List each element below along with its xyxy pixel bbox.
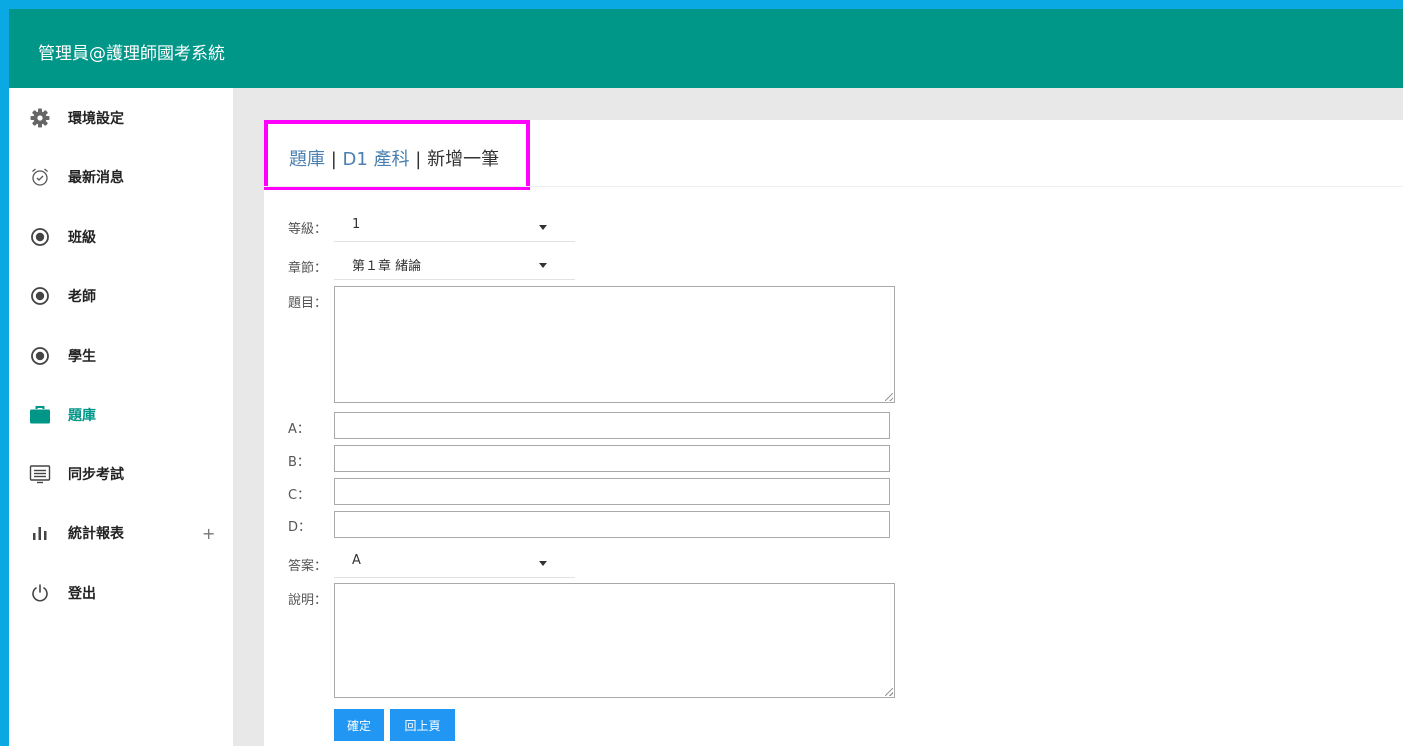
window-frame-left (0, 0, 9, 746)
breadcrumb-subject[interactable]: D1 產科 (343, 149, 410, 170)
breadcrumb: 題庫 | D1 產科 | 新增一筆 (289, 145, 499, 171)
level-select[interactable]: 1 (334, 213, 575, 242)
option-c-label: C： (288, 488, 311, 503)
sidebar-item-news[interactable]: 最新消息 (9, 157, 233, 197)
window-frame-top (0, 0, 1403, 9)
sidebar-item-label: 題庫 (68, 408, 96, 424)
level-select-value: 1 (352, 217, 361, 232)
content-top-gap (264, 88, 1403, 120)
option-b-label: B： (288, 455, 310, 470)
question-textarea[interactable] (334, 286, 895, 403)
sidebar-item-classes[interactable]: 班級 (9, 217, 233, 257)
list-window-icon (29, 463, 51, 485)
power-icon (29, 582, 51, 604)
chapter-select[interactable]: 第１章 緒論 (334, 251, 575, 280)
answer-select-value: A (352, 553, 361, 568)
sidebar-item-label: 最新消息 (68, 170, 124, 186)
dropdown-arrow-icon (539, 225, 547, 230)
level-label: 等級： (288, 222, 328, 237)
radio-dot-icon (29, 226, 51, 248)
heading-divider (264, 186, 1403, 187)
chapter-select-value: 第１章 緒論 (352, 259, 422, 274)
explanation-label: 說明： (288, 593, 328, 608)
alarm-clock-icon (29, 166, 51, 188)
main-content: 題庫 | D1 產科 | 新增一筆 等級： 1 章節： 第１章 緒論 題目： A… (264, 120, 1403, 746)
sidebar-item-label: 老師 (68, 289, 96, 305)
sidebar-item-sync-exam[interactable]: 同步考試 (9, 454, 233, 494)
sidebar-item-label: 環境設定 (68, 111, 124, 127)
breadcrumb-current: 新增一筆 (427, 149, 500, 170)
sidebar-item-question-bank[interactable]: 題庫 (9, 395, 233, 435)
app-title: 管理員@護理師國考系統 (38, 44, 225, 64)
sidebar-item-label: 學生 (68, 349, 96, 365)
option-a-input[interactable] (334, 412, 890, 439)
breadcrumb-question-bank[interactable]: 題庫 (289, 149, 325, 170)
confirm-button[interactable]: 確定 (334, 709, 384, 741)
sidebar-item-label: 班級 (68, 230, 96, 246)
sidebar-item-reports[interactable]: 統計報表 + (9, 513, 233, 553)
option-a-label: A： (288, 422, 310, 437)
sidebar-item-label: 登出 (68, 586, 96, 602)
back-button[interactable]: 回上頁 (390, 709, 455, 741)
explanation-textarea[interactable] (334, 583, 895, 698)
sidebar-item-settings[interactable]: 環境設定 (9, 98, 233, 138)
bar-chart-icon (29, 522, 51, 544)
breadcrumb-separator: | (409, 149, 428, 170)
breadcrumb-separator: | (325, 149, 343, 170)
sidebar-item-label: 統計報表 (68, 526, 124, 542)
option-d-input[interactable] (334, 511, 890, 538)
expand-icon[interactable]: + (202, 524, 215, 543)
answer-select[interactable]: A (334, 549, 575, 578)
briefcase-icon (29, 404, 51, 426)
option-c-input[interactable] (334, 478, 890, 505)
resize-grip-icon[interactable] (885, 688, 893, 696)
chapter-label: 章節： (288, 261, 328, 276)
option-d-label: D： (288, 520, 312, 535)
gear-icon (29, 107, 51, 129)
dropdown-arrow-icon (539, 263, 547, 268)
sidebar-item-teachers[interactable]: 老師 (9, 276, 233, 316)
sidebar-separator (233, 88, 264, 746)
app-header: 管理員@護理師國考系統 (9, 9, 1403, 88)
option-b-input[interactable] (334, 445, 890, 472)
question-label: 題目： (288, 296, 328, 311)
resize-grip-icon[interactable] (885, 393, 893, 401)
sidebar-item-logout[interactable]: 登出 (9, 573, 233, 613)
answer-label: 答案： (288, 559, 328, 574)
sidebar-item-label: 同步考試 (68, 467, 124, 483)
sidebar: 環境設定 最新消息 班級 老師 學生 題庫 同步考試 統計報表 + 登出 (9, 88, 233, 746)
radio-dot-icon (29, 345, 51, 367)
sidebar-item-students[interactable]: 學生 (9, 336, 233, 376)
radio-dot-icon (29, 285, 51, 307)
dropdown-arrow-icon (539, 561, 547, 566)
